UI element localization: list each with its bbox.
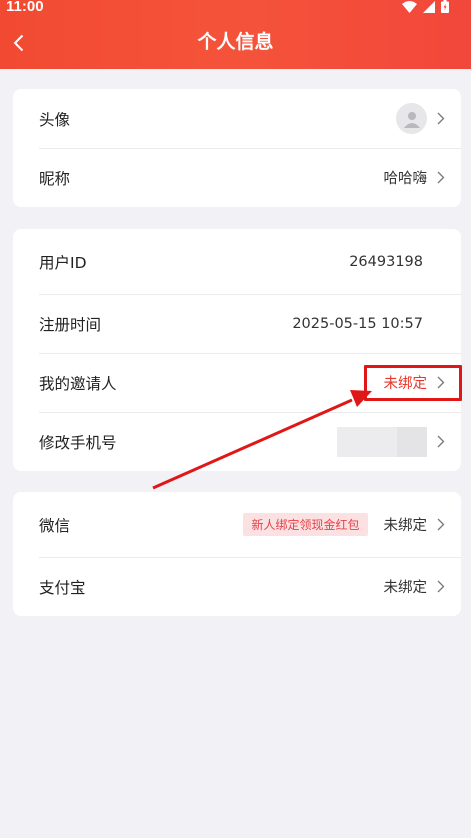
annotation-arrow <box>152 390 372 490</box>
